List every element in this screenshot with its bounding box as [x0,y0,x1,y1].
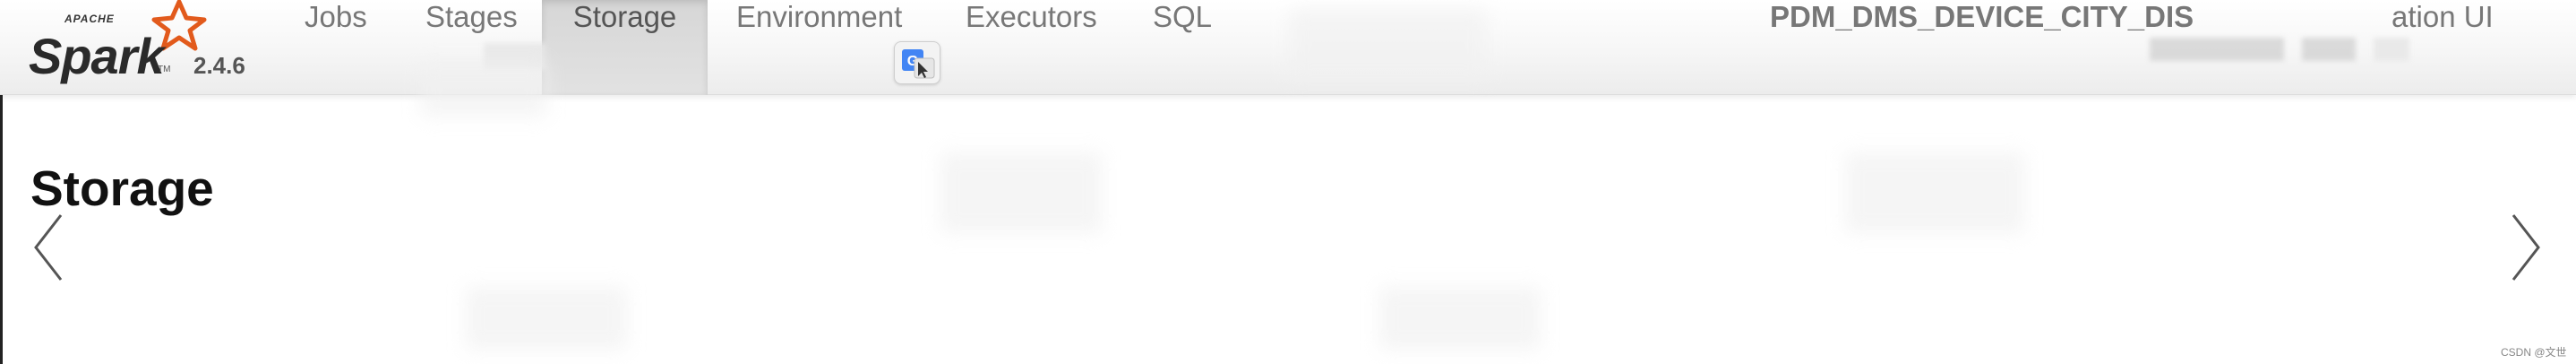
redaction-blur [466,287,627,350]
carousel-prev-button[interactable] [30,212,66,288]
csdn-watermark: CSDN @文世 [2501,346,2567,359]
brand-apache-label: APACHE [64,13,115,25]
google-translate-button[interactable]: G [894,41,940,84]
window-edge [0,95,3,364]
google-translate-icon: G [902,49,935,79]
redaction-blur [1290,9,1487,81]
redaction-blur [940,152,1102,233]
redaction-blur [421,63,546,117]
redaction-blur [1379,287,1541,350]
page-title: Storage [30,160,214,216]
brand-trademark: TM [158,65,171,74]
chevron-left-icon [34,214,63,281]
tab-environment[interactable]: Environment [736,0,902,95]
spark-version: 2.4.6 [193,52,245,79]
tab-executors[interactable]: Executors [966,0,1097,95]
redaction-blur [2150,38,2284,61]
chevron-right-icon [2512,214,2540,281]
carousel-next-button[interactable] [2508,212,2544,288]
tab-sql[interactable]: SQL [1153,0,1212,95]
brand-spark-wordmark: Spark [29,28,165,84]
redaction-blur [2302,38,2356,61]
redaction-blur [1845,152,2024,233]
application-name: PDM_DMS_DEVICE_CITY_DIS [1770,0,2194,33]
tab-jobs[interactable]: Jobs [305,0,367,95]
tab-storage[interactable]: Storage [542,0,708,95]
spark-logo[interactable]: APACHE Spark TM 2.4.6 [25,0,267,95]
redaction-blur [2374,38,2409,61]
